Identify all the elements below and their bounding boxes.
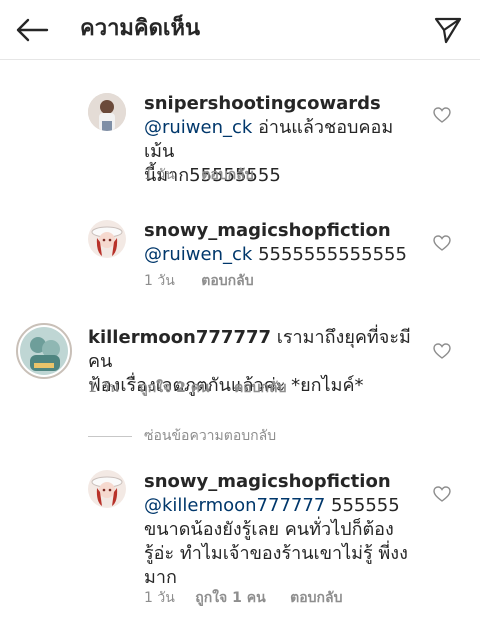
reply-button[interactable]: ตอบกลับ (290, 589, 342, 607)
paper-plane-icon (434, 17, 462, 44)
comment-body-line: 5555555555555 (252, 244, 407, 265)
mention-link[interactable]: @ruiwen_ck (144, 244, 252, 265)
reply-button[interactable]: ตอบกลับ (201, 166, 253, 184)
comment-body-line: มาก (144, 567, 177, 588)
comment-username[interactable]: killermoon777777 (88, 327, 271, 348)
like-button[interactable] (432, 484, 452, 504)
avatar-image (20, 327, 68, 375)
like-button[interactable] (432, 233, 452, 253)
avatar[interactable] (88, 220, 126, 258)
comment-text: snowy_magicshopfiction @killermoon777777… (144, 470, 424, 590)
arrow-left-icon (16, 18, 49, 42)
comment-username[interactable]: snowy_magicshopfiction (144, 470, 424, 494)
avatar[interactable] (16, 323, 72, 379)
comment-time: 1 วัน (88, 380, 119, 396)
like-button[interactable] (432, 105, 452, 125)
comment-meta: 1 วัน ถูกใจ 2 คน ตอบกลับ (88, 379, 286, 397)
reply-button[interactable]: ตอบกลับ (234, 379, 286, 397)
hide-replies-label: ซ่อนข้อความตอบกลับ (144, 428, 277, 444)
heart-icon (433, 486, 451, 502)
comment-body-line: รู้อ่ะ ทำไมเจ้าของร้านเขาไม่รู้ พี่งง (144, 543, 408, 564)
mention-link[interactable]: @ruiwen_ck (144, 117, 252, 138)
comment-body-line: 555555 (325, 495, 400, 516)
comment-meta: 1 วัน ตอบกลับ (144, 166, 254, 184)
avatar-image (88, 470, 126, 508)
page-title: ความคิดเห็น (80, 16, 200, 41)
like-button[interactable] (432, 341, 452, 361)
heart-icon (433, 343, 451, 359)
comment-time: 1 วัน (144, 590, 175, 606)
heart-icon (433, 235, 451, 251)
comment-username[interactable]: snowy_magicshopfiction (144, 219, 414, 243)
comment-time: 1 วัน (144, 273, 175, 289)
comment-body-line: ขนาดน้องยังรู้เลย คนทั่วไปก็ต้อง (144, 519, 394, 540)
header-bar: ความคิดเห็น (0, 0, 480, 60)
heart-icon (433, 107, 451, 123)
comment-username[interactable]: snipershootingcowards (144, 92, 414, 116)
avatar-image (88, 93, 126, 131)
reply-button[interactable]: ตอบกลับ (201, 272, 253, 290)
avatar-image (88, 220, 126, 258)
hide-replies-button[interactable]: ซ่อนข้อความตอบกลับ (88, 425, 276, 447)
comment-text: snowy_magicshopfiction @ruiwen_ck 555555… (144, 219, 414, 267)
share-button[interactable] (428, 10, 468, 50)
likes-count[interactable]: ถูกใจ 1 คน (195, 589, 265, 607)
comment-meta: 1 วัน ถูกใจ 1 คน ตอบกลับ (144, 589, 342, 607)
avatar[interactable] (88, 93, 126, 131)
comment-meta: 1 วัน ตอบกลับ (144, 272, 254, 290)
back-button[interactable] (12, 10, 52, 50)
comment-time: 1 วัน (144, 167, 175, 183)
likes-count[interactable]: ถูกใจ 2 คน (139, 379, 209, 397)
avatar[interactable] (88, 470, 126, 508)
mention-link[interactable]: @killermoon777777 (144, 495, 325, 516)
divider (88, 435, 132, 437)
